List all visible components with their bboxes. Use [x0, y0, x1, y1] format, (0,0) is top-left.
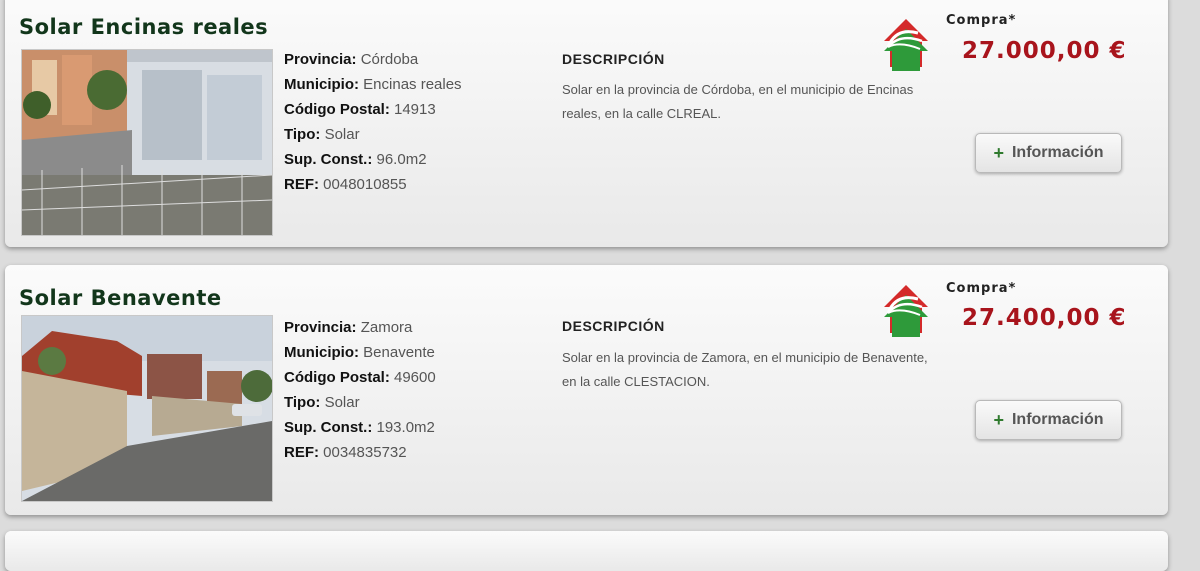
listing-card: Solar Encinas reales Provincia: Córdoba … — [5, 0, 1168, 247]
detail-codigo-postal: Código Postal: 49600 — [284, 369, 436, 386]
detail-ref: REF: 0034835732 — [284, 444, 407, 461]
detail-superficie: Sup. Const.: 96.0m2 — [284, 151, 427, 168]
listing-card: Solar Benavente Provincia: Zamora Munici… — [5, 265, 1168, 515]
price-label: Compra* — [946, 13, 1017, 28]
listing-photo[interactable] — [21, 315, 273, 502]
detail-tipo: Tipo: Solar — [284, 126, 360, 143]
listing-title[interactable]: Solar Encinas reales — [19, 15, 268, 39]
informacion-button[interactable]: + Información — [975, 400, 1122, 440]
detail-tipo: Tipo: Solar — [284, 394, 360, 411]
detail-codigo-postal: Código Postal: 14913 — [284, 101, 436, 118]
informacion-label: Información — [1011, 144, 1104, 161]
listing-card — [5, 531, 1168, 571]
detail-municipio: Municipio: Encinas reales — [284, 76, 462, 93]
description-text: Solar en la provincia de Córdoba, en el … — [562, 82, 914, 121]
detail-provincia: Provincia: Córdoba — [284, 51, 419, 68]
bank-house-logo-icon — [884, 285, 928, 337]
listing-photo[interactable] — [21, 49, 273, 236]
price-label: Compra* — [946, 281, 1017, 296]
detail-provincia: Provincia: Zamora — [284, 319, 413, 336]
detail-municipio: Municipio: Benavente — [284, 344, 435, 361]
description-text: Solar en la provincia de Zamora, en el m… — [562, 350, 928, 389]
description-heading: DESCRIPCIÓN — [562, 51, 665, 67]
detail-superficie: Sup. Const.: 193.0m2 — [284, 419, 435, 436]
listing-details: Provincia: Córdoba Municipio: Encinas re… — [284, 47, 462, 197]
description-heading: DESCRIPCIÓN — [562, 318, 665, 334]
plus-icon: + — [993, 409, 1004, 430]
listing-title[interactable]: Solar Benavente — [19, 286, 222, 310]
price-value: 27.000,00 € — [962, 38, 1127, 64]
informacion-label: Información — [1011, 411, 1104, 428]
detail-ref: REF: 0048010855 — [284, 176, 407, 193]
listing-details: Provincia: Zamora Municipio: Benavente C… — [284, 315, 436, 465]
plus-icon: + — [993, 142, 1004, 163]
price-value: 27.400,00 € — [962, 305, 1127, 331]
bank-house-logo-icon — [884, 19, 928, 71]
informacion-button[interactable]: + Información — [975, 133, 1122, 173]
